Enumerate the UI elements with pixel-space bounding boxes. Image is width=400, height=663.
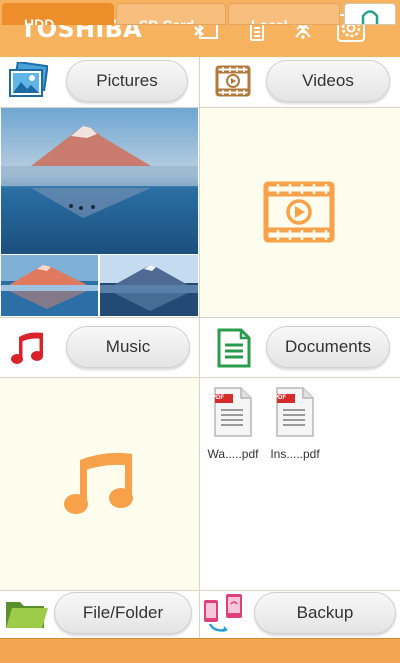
pictures-button[interactable]: Pictures (66, 60, 188, 102)
file-name: Ins.....pdf (270, 447, 320, 461)
tab-local[interactable]: Local (228, 3, 340, 25)
device-connect-icon (361, 10, 379, 24)
folder-icon[interactable] (4, 593, 50, 633)
photo-thumbnail-small-2[interactable] (100, 255, 198, 316)
tab-label: Local (251, 17, 288, 25)
video-placeholder-icon (262, 178, 338, 246)
tab-sd-card[interactable]: SD Card (116, 3, 226, 25)
videos-button[interactable]: Videos (266, 60, 390, 102)
file-folder-button[interactable]: File/Folder (54, 592, 192, 634)
row-divider (0, 590, 400, 591)
file-name: Wa.....pdf (207, 447, 259, 461)
music-note-icon[interactable] (6, 326, 50, 370)
storage-tab-bar (0, 638, 400, 663)
pdf-file-icon (276, 387, 314, 437)
tab-label: SD Card (139, 17, 195, 25)
row-divider (0, 317, 400, 318)
music-button[interactable]: Music (66, 326, 190, 368)
document-icon[interactable] (214, 326, 254, 370)
backup-button[interactable]: Backup (254, 592, 396, 634)
pdf-badge: PDF (212, 395, 224, 401)
documents-button[interactable]: Documents (266, 326, 390, 368)
tab-hdd[interactable]: HDD (2, 3, 114, 25)
video-icon[interactable] (212, 60, 254, 102)
tab-extra[interactable] (344, 3, 396, 25)
photo-thumbnail-large[interactable] (1, 108, 198, 254)
pictures-icon[interactable] (8, 62, 48, 100)
photo-thumbnail-small-1[interactable] (1, 255, 98, 316)
music-placeholder-icon (60, 450, 140, 520)
pdf-file-icon (214, 387, 252, 437)
backup-phones-icon[interactable] (202, 592, 248, 636)
pdf-badge: PDF (274, 395, 286, 401)
tab-label: HDD (24, 16, 55, 25)
